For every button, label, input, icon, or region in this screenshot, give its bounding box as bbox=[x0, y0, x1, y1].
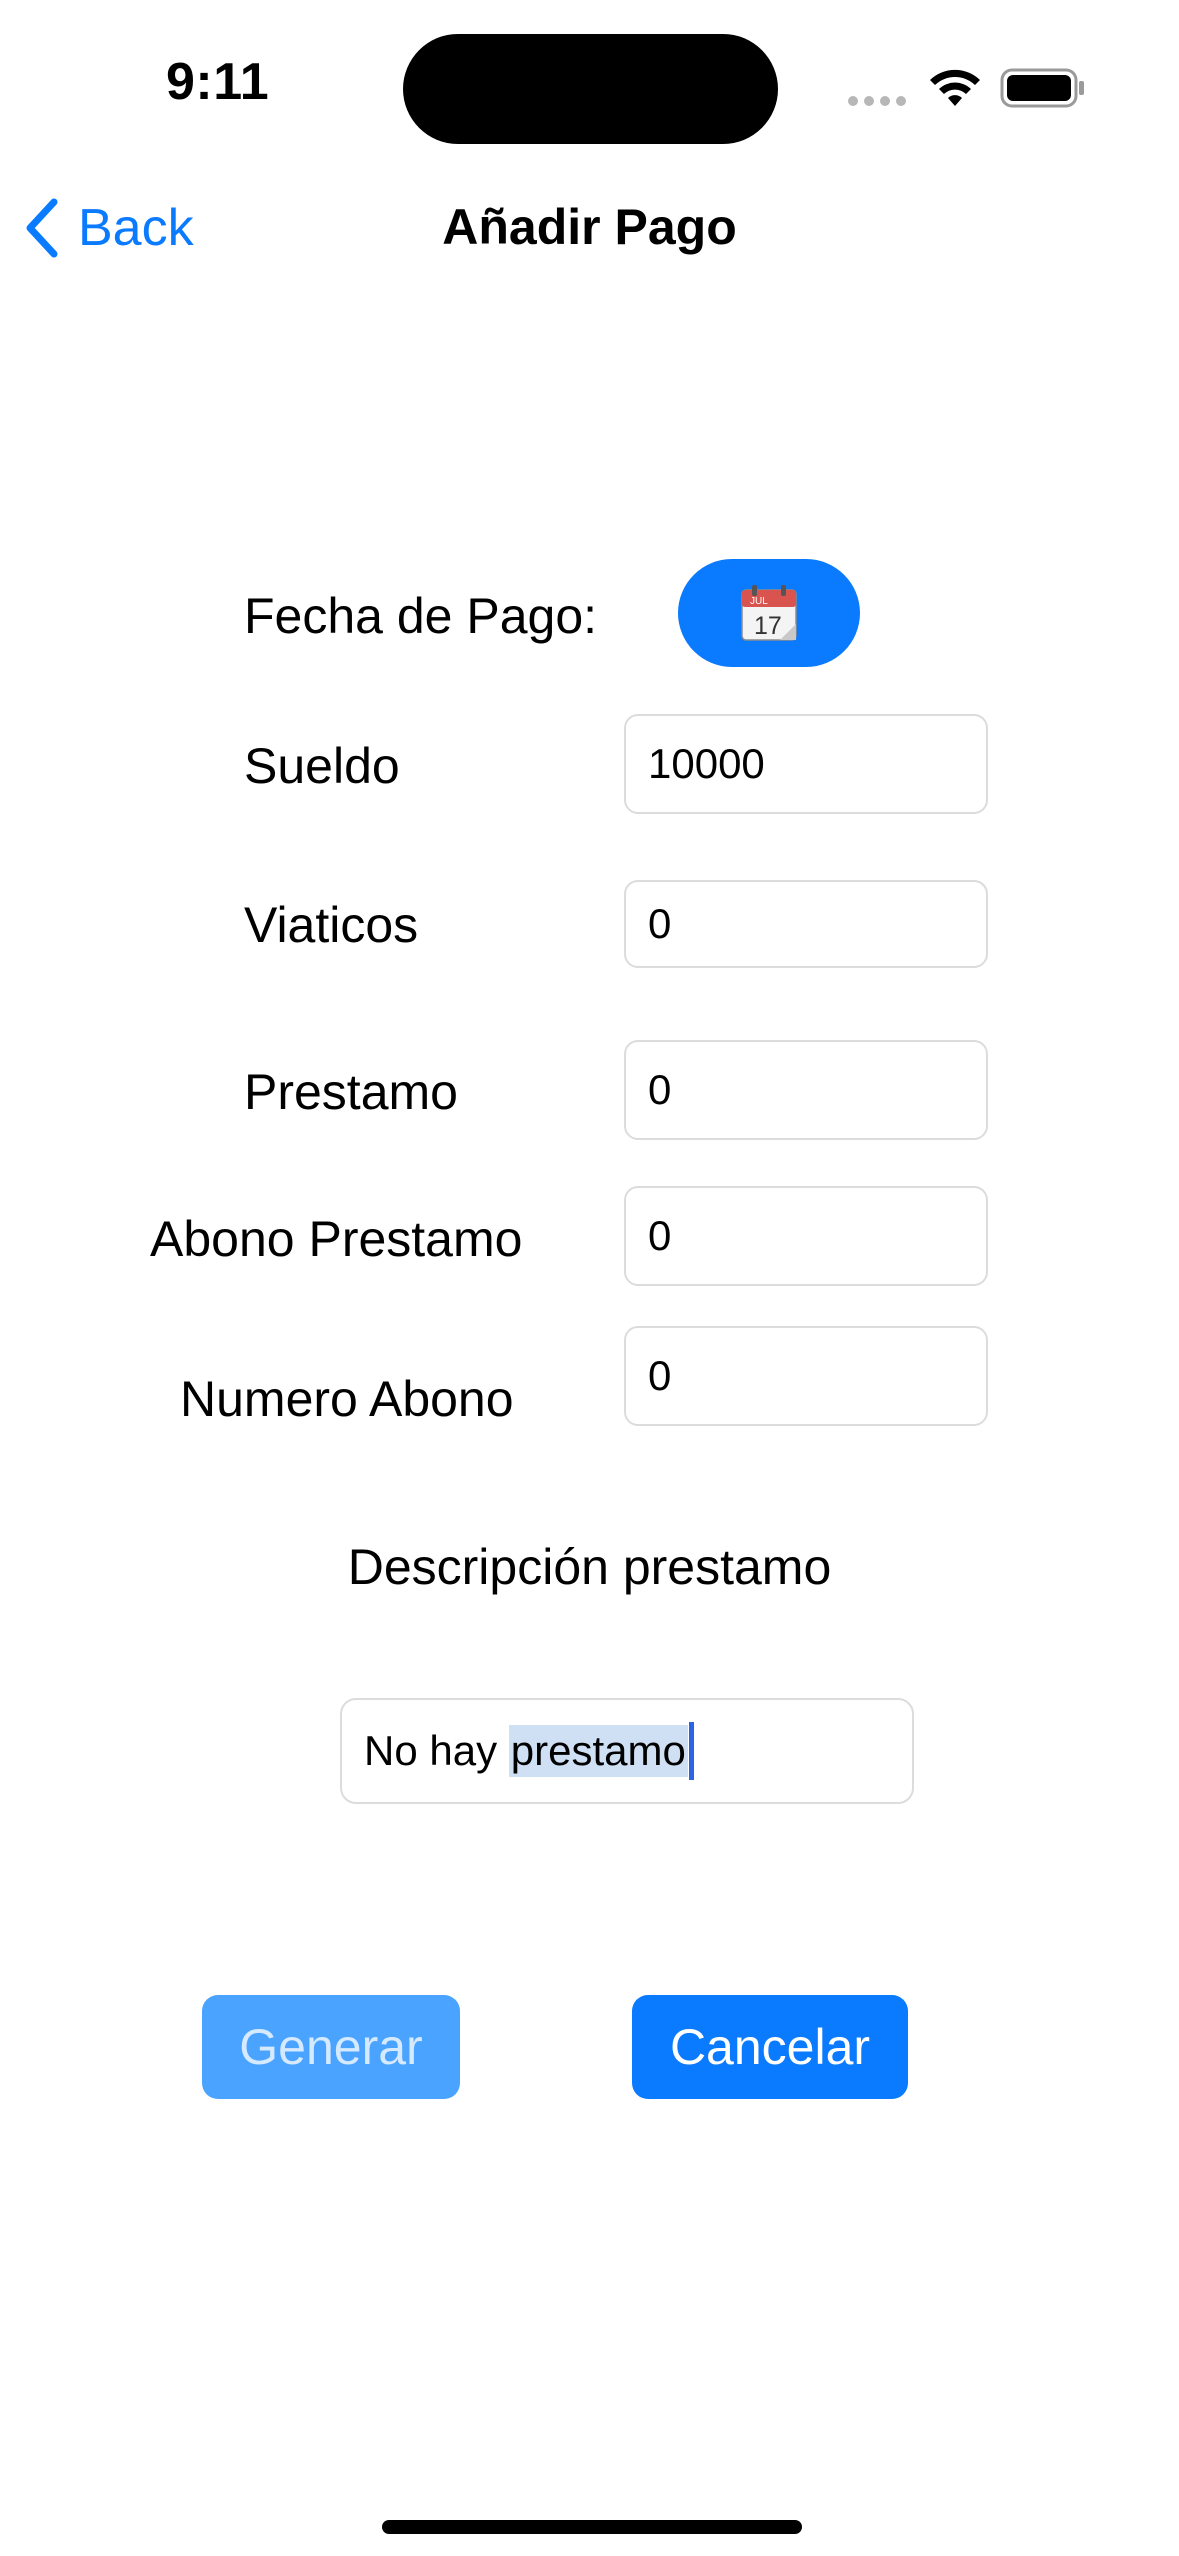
abono-prestamo-input[interactable]: 0 bbox=[624, 1186, 988, 1286]
calendar-day: 17 bbox=[754, 612, 782, 640]
calendar-icon: JUL 17 bbox=[741, 585, 797, 641]
calendar-month: JUL bbox=[750, 596, 768, 607]
numero-abono-label: Numero Abono bbox=[180, 1371, 514, 1427]
descripcion-prestamo-title: Descripción prestamo bbox=[347, 1539, 832, 1595]
date-picker-button[interactable]: JUL 17 bbox=[678, 559, 860, 667]
dynamic-island bbox=[403, 34, 778, 144]
sueldo-label: Sueldo bbox=[244, 738, 400, 794]
descripcion-input[interactable]: No hay prestamo bbox=[340, 1698, 914, 1804]
cancelar-button[interactable]: Cancelar bbox=[632, 1995, 908, 2099]
generar-button[interactable]: Generar bbox=[202, 1995, 460, 2099]
viaticos-label: Viaticos bbox=[244, 897, 419, 953]
sueldo-input[interactable]: 10000 bbox=[624, 714, 988, 814]
numero-abono-input[interactable]: 0 bbox=[624, 1326, 988, 1426]
abono-prestamo-label: Abono Prestamo bbox=[150, 1211, 523, 1267]
back-label: Back bbox=[78, 199, 194, 257]
prestamo-label: Prestamo bbox=[244, 1064, 458, 1120]
viaticos-input[interactable]: 0 bbox=[624, 880, 988, 968]
chevron-left-icon bbox=[26, 198, 58, 258]
cellular-signal-icon bbox=[848, 96, 908, 108]
wifi-icon bbox=[930, 69, 980, 106]
fecha-de-pago-label: Fecha de Pago: bbox=[244, 588, 598, 644]
home-indicator bbox=[382, 2520, 802, 2534]
text-cursor bbox=[688, 1722, 694, 1780]
selected-text: prestamo bbox=[508, 1725, 688, 1777]
back-button[interactable]: Back bbox=[24, 196, 194, 260]
descripcion-text: No hay bbox=[364, 1727, 509, 1774]
prestamo-input[interactable]: 0 bbox=[624, 1040, 988, 1140]
battery-icon bbox=[1000, 68, 1084, 108]
status-time: 9:11 bbox=[166, 53, 270, 111]
